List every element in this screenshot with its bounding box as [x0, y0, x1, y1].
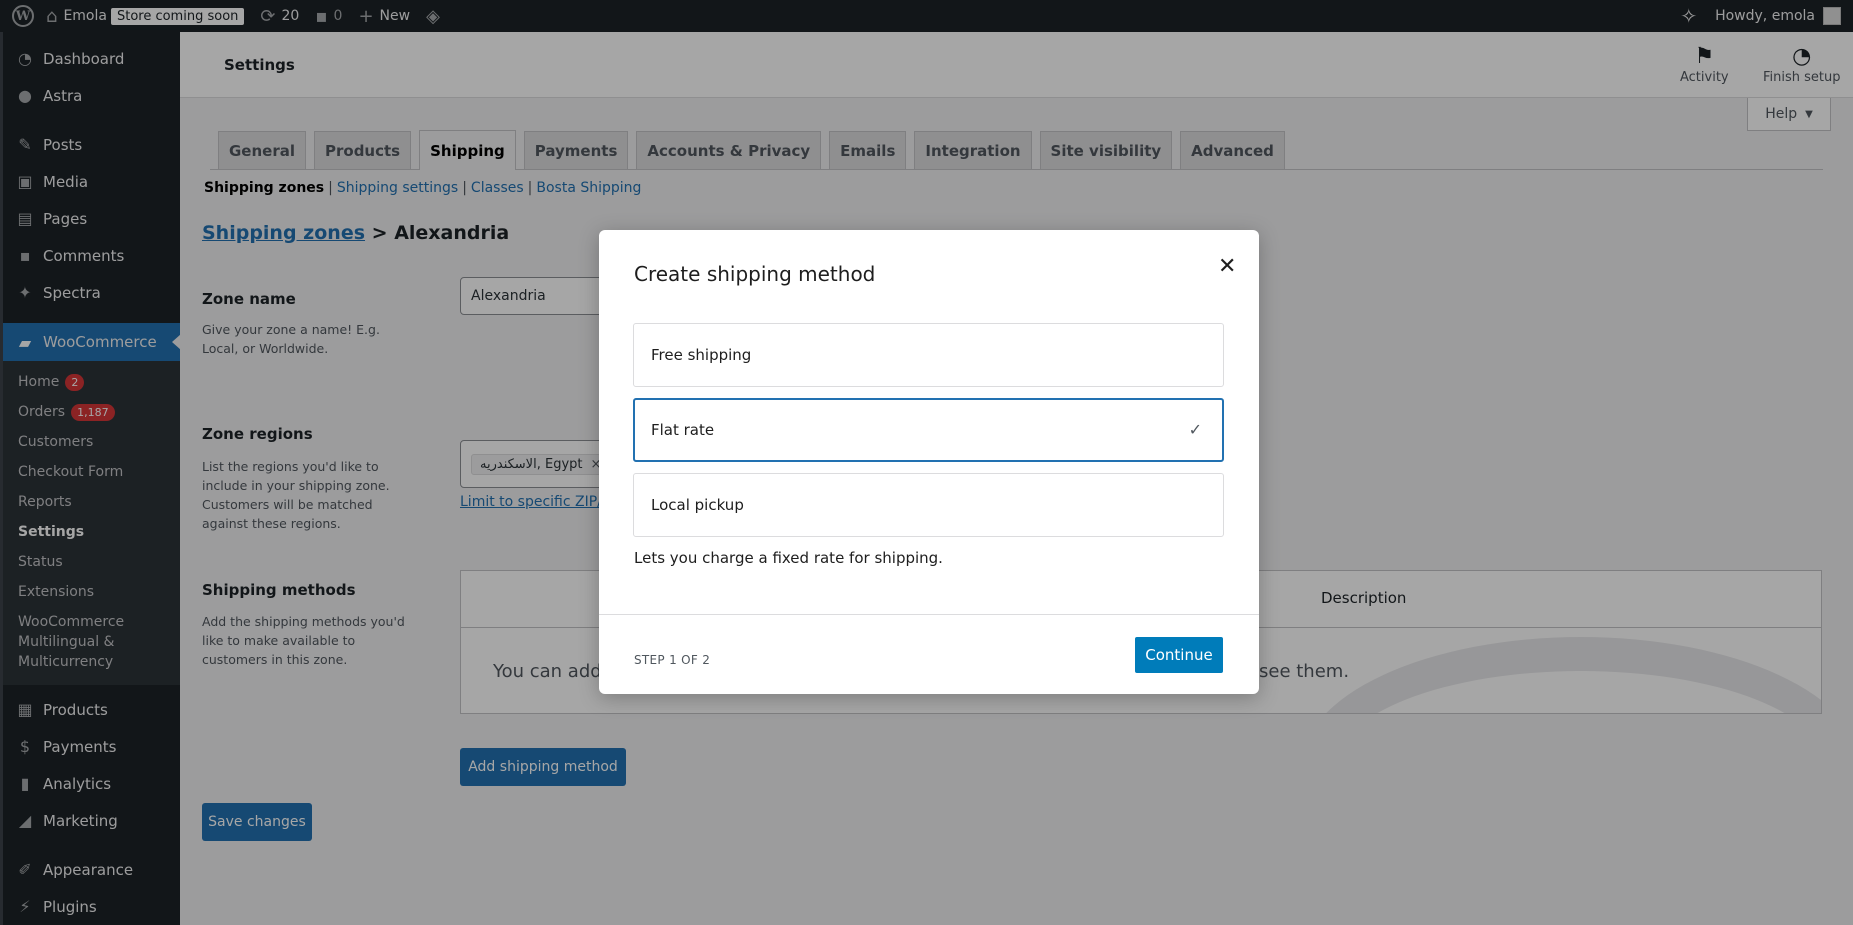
checkmark-icon: ✓ [1188, 420, 1202, 439]
option-label: Local pickup [651, 496, 744, 514]
close-icon[interactable]: ✕ [1218, 254, 1236, 279]
continue-button[interactable]: Continue [1135, 637, 1223, 673]
option-local-pickup[interactable]: Local pickup [633, 473, 1224, 537]
step-indicator: STEP 1 OF 2 [634, 653, 711, 667]
modal-title: Create shipping method [634, 262, 876, 286]
option-free-shipping[interactable]: Free shipping [633, 323, 1224, 387]
option-label: Free shipping [651, 346, 752, 364]
create-shipping-method-modal: Create shipping method ✕ Free shipping F… [599, 230, 1259, 694]
option-label: Flat rate [651, 421, 715, 439]
option-flat-rate[interactable]: Flat rate ✓ [633, 398, 1224, 462]
method-description: Lets you charge a fixed rate for shippin… [634, 549, 943, 567]
modal-footer: STEP 1 OF 2 Continue [599, 614, 1259, 694]
